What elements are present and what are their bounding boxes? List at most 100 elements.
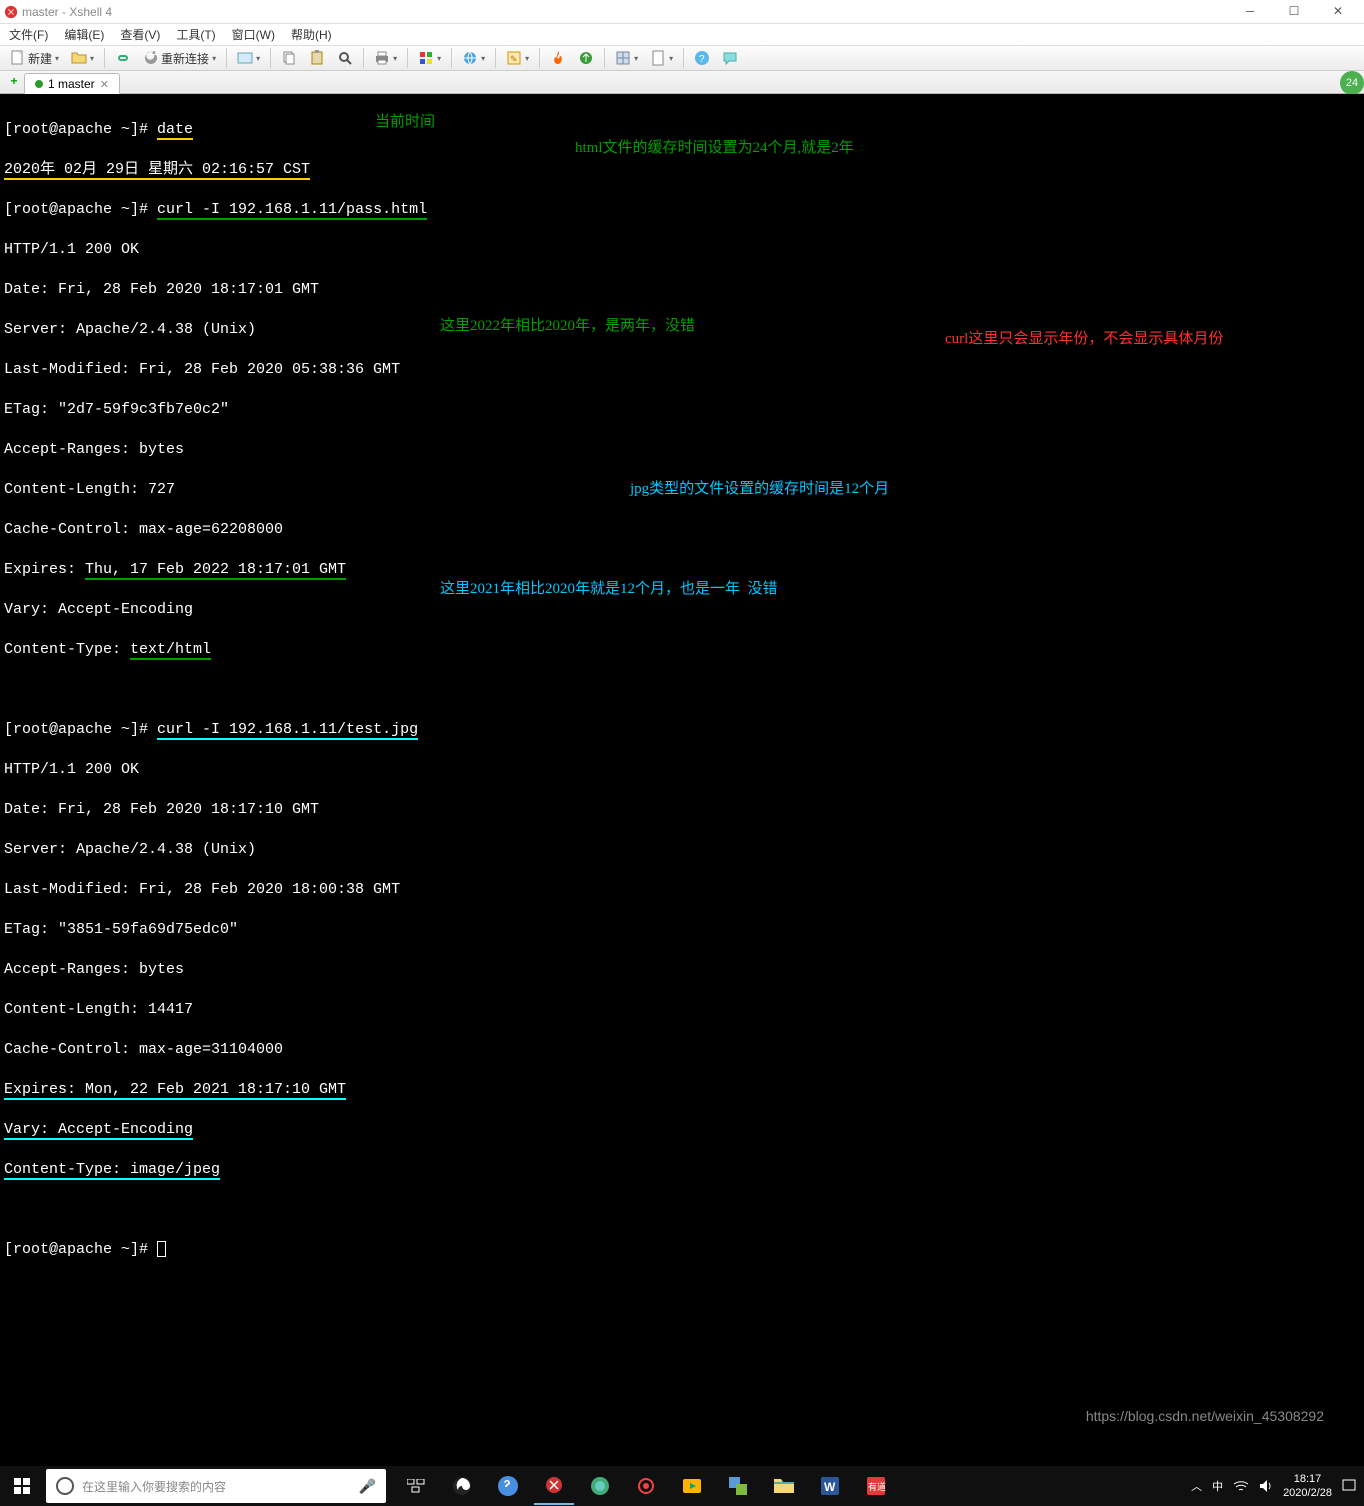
task-view-button[interactable]: [396, 1467, 436, 1505]
find-button[interactable]: [333, 46, 357, 70]
folder-icon: [71, 50, 87, 66]
copy-button[interactable]: [277, 46, 301, 70]
type-jpg: Content-Type: image/jpeg: [4, 1161, 220, 1180]
cmd-curl-jpg: curl -I 192.168.1.11/test.jpg: [157, 721, 418, 740]
xshell-icon: [544, 1475, 564, 1495]
cursor: [157, 1241, 166, 1257]
svg-text:W: W: [824, 1480, 836, 1494]
window-title: master - Xshell 4: [22, 5, 112, 19]
color-button[interactable]: ▾: [414, 46, 445, 70]
ime-indicator[interactable]: 中: [1212, 1478, 1223, 1494]
new-button[interactable]: 新建▾: [6, 46, 63, 70]
profile-button[interactable]: ▾: [233, 46, 264, 70]
maximize-button[interactable]: ☐: [1272, 0, 1316, 23]
copy-icon: [281, 50, 297, 66]
app-icon: [4, 5, 18, 19]
player-button[interactable]: [672, 1467, 712, 1505]
clock[interactable]: 18:17 2020/2/28: [1283, 1472, 1332, 1500]
youdao-button[interactable]: 有道: [856, 1467, 896, 1505]
help-icon: ?: [694, 50, 710, 66]
start-button[interactable]: [0, 1466, 44, 1506]
palette-icon: [418, 50, 434, 66]
svg-text:有道: 有道: [868, 1481, 886, 1492]
fire-icon: [550, 50, 566, 66]
tab-close-button[interactable]: ✕: [100, 78, 109, 91]
taskview-icon: [407, 1479, 425, 1493]
help-button[interactable]: ?: [690, 46, 714, 70]
card-icon: [237, 50, 253, 66]
menu-view[interactable]: 查看(V): [117, 24, 163, 45]
menu-help[interactable]: 帮助(H): [288, 24, 335, 45]
tab-label: 1 master: [48, 77, 95, 91]
menu-file[interactable]: 文件(F): [6, 24, 51, 45]
tab-bar: + 1 master ✕ 24: [0, 71, 1364, 94]
annotation-2022: 这里2022年相比2020年，是两年，没错: [440, 316, 695, 336]
new-tab-button[interactable]: +: [4, 71, 24, 91]
word-icon: W: [819, 1475, 841, 1497]
taskbar-search[interactable]: 在这里输入你要搜索的内容 🎤: [46, 1469, 386, 1503]
obs-icon: [451, 1475, 473, 1497]
cmd-curl-html: curl -I 192.168.1.11/pass.html: [157, 201, 427, 220]
explorer-button[interactable]: [764, 1467, 804, 1505]
wifi-icon[interactable]: [1233, 1480, 1249, 1492]
print-button[interactable]: ▾: [370, 46, 401, 70]
menu-window[interactable]: 窗口(W): [229, 24, 278, 45]
globe-button[interactable]: ▾: [458, 46, 489, 70]
misc-button[interactable]: ▾: [646, 46, 677, 70]
record-button[interactable]: [626, 1467, 666, 1505]
annotation-2021: 这里2021年相比2020年就是12个月，也是一年 没错: [440, 579, 778, 599]
svg-text:✎: ✎: [510, 54, 518, 64]
folder-icon: [773, 1477, 795, 1495]
menu-bar: 文件(F) 编辑(E) 查看(V) 工具(T) 窗口(W) 帮助(H): [0, 24, 1364, 45]
sogou-icon: [497, 1475, 519, 1497]
search-placeholder: 在这里输入你要搜索的内容: [82, 1478, 226, 1495]
xftp-button[interactable]: [574, 46, 598, 70]
word-button[interactable]: W: [810, 1467, 850, 1505]
taskbar: 在这里输入你要搜索的内容 🎤 W 有道 ︿ 中 18:17 2020/2/28: [0, 1466, 1364, 1506]
paste-button[interactable]: [305, 46, 329, 70]
ascii-button[interactable]: ▾: [611, 46, 642, 70]
bubble-icon: [722, 50, 738, 66]
script-icon: ✎: [506, 50, 522, 66]
minimize-button[interactable]: ─: [1228, 0, 1272, 23]
menu-tools[interactable]: 工具(T): [173, 24, 218, 45]
menu-edit[interactable]: 编辑(E): [61, 24, 107, 45]
notification-icon[interactable]: [1342, 1479, 1356, 1493]
xshell-button[interactable]: [534, 1467, 574, 1505]
reconnect-button[interactable]: 重新连接▾: [139, 46, 220, 70]
printer-icon: [374, 50, 390, 66]
tray-expand-button[interactable]: ︿: [1191, 1478, 1202, 1494]
connect-button[interactable]: [111, 46, 135, 70]
youdao-icon: 有道: [865, 1475, 887, 1497]
annotation-jpg-cache: jpg类型的文件设置的缓存时间是12个月: [630, 479, 889, 499]
window-title-bar: master - Xshell 4 ─ ☐ ✕: [0, 0, 1364, 24]
terminal[interactable]: [root@apache ~]# date 2020年 02月 29日 星期六 …: [0, 94, 1364, 1466]
annotation-current-time: 当前时间: [375, 112, 435, 132]
transfer-icon: [578, 50, 594, 66]
ftp-button[interactable]: [546, 46, 570, 70]
globe-icon: [462, 50, 478, 66]
expires-jpg: Expires: Mon, 22 Feb 2021 18:17:10 GMT: [4, 1081, 346, 1100]
edge-button[interactable]: [580, 1467, 620, 1505]
play-icon: [681, 1475, 703, 1497]
expires-html: Thu, 17 Feb 2022 18:17:01 GMT: [85, 561, 346, 580]
vmware-icon: [727, 1475, 749, 1497]
status-dot-icon: [35, 80, 43, 88]
script-button[interactable]: ✎▾: [502, 46, 533, 70]
system-tray: ︿ 中 18:17 2020/2/28: [1191, 1472, 1364, 1500]
annotation-html-cache: html文件的缓存时间设置为24个月,就是2年: [575, 138, 854, 158]
obs-button[interactable]: [442, 1467, 482, 1505]
grid-icon: [615, 50, 631, 66]
open-button[interactable]: ▾: [67, 46, 98, 70]
vmware-button[interactable]: [718, 1467, 758, 1505]
close-button[interactable]: ✕: [1316, 0, 1360, 23]
toolbar: 新建▾ ▾ 重新连接▾ ▾ ▾ ▾ ▾ ✎▾ ▾ ▾ ?: [0, 45, 1364, 71]
volume-icon[interactable]: [1259, 1479, 1273, 1493]
windows-icon: [14, 1478, 30, 1494]
search-icon: [337, 50, 353, 66]
session-count-badge: 24: [1340, 71, 1364, 95]
sogou-button[interactable]: [488, 1467, 528, 1505]
chat-button[interactable]: [718, 46, 742, 70]
type-html: text/html: [130, 641, 211, 660]
tab-master[interactable]: 1 master ✕: [24, 73, 120, 94]
